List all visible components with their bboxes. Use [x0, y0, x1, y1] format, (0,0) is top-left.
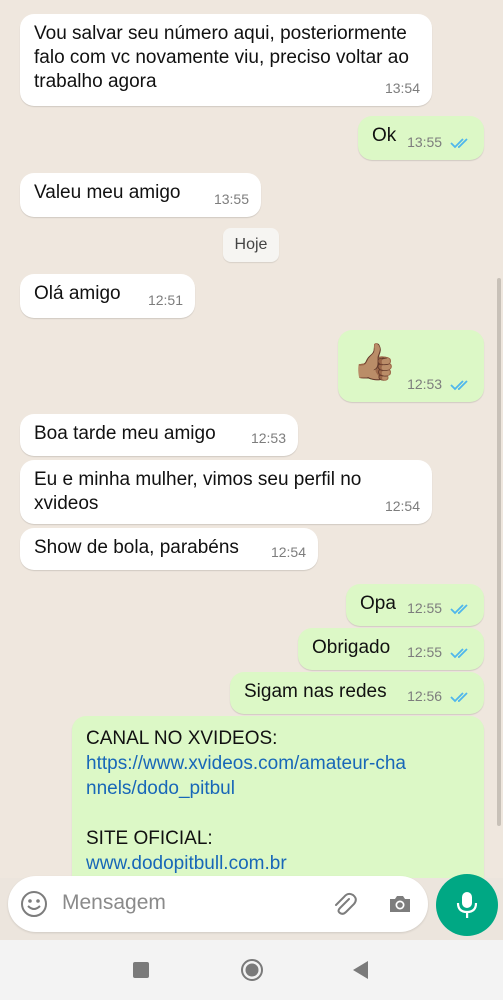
emoji-icon[interactable] — [20, 890, 48, 918]
message-time-wrap: 13:55 — [407, 130, 472, 154]
chat-area[interactable]: Vou salvar seu número aqui, posteriormen… — [0, 0, 503, 878]
message-text: Valeu meu amigo — [34, 182, 181, 203]
promo-link-site[interactable]: www.dodopitbull.com.br — [86, 851, 470, 876]
message-time: 12:55 — [407, 644, 443, 660]
mic-icon — [456, 892, 478, 918]
message-incoming[interactable]: Olá amigo 12:51 — [20, 274, 195, 318]
message-time: 13:54 — [384, 80, 420, 96]
camera-icon[interactable] — [386, 890, 414, 918]
message-text: Show de bola, parabéns — [34, 537, 239, 558]
message-composer[interactable]: Mensagem — [8, 876, 428, 932]
message-time: 12:54 — [384, 498, 420, 514]
message-incoming[interactable]: Boa tarde meu amigo 12:53 — [20, 414, 298, 456]
message-time: 13:55 — [407, 134, 443, 150]
message-time: 13:55 — [213, 191, 249, 207]
read-ticks-icon — [450, 648, 468, 659]
mic-button[interactable] — [436, 874, 498, 936]
message-outgoing-links[interactable]: CANAL NO XVIDEOS: https://www.xvideos.co… — [72, 716, 484, 878]
message-time: 12:53 — [407, 376, 443, 392]
promo-line-site: SITE OFICIAL: — [86, 828, 213, 849]
message-input[interactable]: Mensagem — [62, 891, 166, 915]
message-time-wrap: 12:55 — [407, 596, 472, 620]
message-text: Eu e minha mulher, vimos seu perfil no x… — [34, 469, 362, 514]
nav-home-icon[interactable] — [240, 958, 264, 982]
message-incoming[interactable]: Show de bola, parabéns 12:54 — [20, 528, 318, 570]
promo-link-channel[interactable]: https://www.xvideos.com/amateur-channels… — [86, 751, 406, 801]
message-time: 12:55 — [407, 600, 443, 616]
message-time: 12:56 — [407, 688, 443, 704]
message-text: Ok — [372, 125, 397, 146]
message-text: Vou salvar seu número aqui, posteriormen… — [34, 23, 409, 92]
message-incoming[interactable]: Vou salvar seu número aqui, posteriormen… — [20, 14, 432, 106]
message-outgoing[interactable]: Opa 12:55 — [346, 584, 484, 626]
nav-recents-icon[interactable] — [132, 961, 150, 979]
message-outgoing-emoji[interactable]: 👍🏽 12:53 — [338, 330, 484, 402]
read-ticks-icon — [450, 692, 468, 703]
read-ticks-icon — [450, 380, 468, 391]
message-time: 12:53 — [250, 430, 286, 446]
message-time-wrap: 12:55 — [407, 640, 472, 664]
message-time-wrap: 12:56 — [407, 684, 472, 708]
message-outgoing[interactable]: Obrigado 12:55 — [298, 628, 484, 670]
message-text: Obrigado — [312, 637, 391, 658]
message-time: 12:54 — [270, 544, 306, 560]
date-divider: Hoje — [223, 228, 279, 262]
read-ticks-icon — [450, 604, 468, 615]
thumbs-up-emoji: 👍🏽 — [352, 341, 397, 382]
message-incoming[interactable]: Eu e minha mulher, vimos seu perfil no x… — [20, 460, 432, 524]
promo-line-channel: CANAL NO XVIDEOS: — [86, 728, 278, 749]
message-text: Sigam nas redes — [244, 681, 387, 702]
message-text: Olá amigo — [34, 283, 121, 304]
message-incoming[interactable]: Valeu meu amigo 13:55 — [20, 173, 261, 217]
message-text: Boa tarde meu amigo — [34, 423, 216, 444]
message-time-wrap: 12:53 — [407, 372, 472, 396]
message-text: Opa — [360, 593, 396, 614]
read-ticks-icon — [450, 138, 468, 149]
attach-icon[interactable] — [330, 890, 358, 918]
nav-back-icon[interactable] — [352, 960, 370, 980]
message-outgoing[interactable]: Sigam nas redes 12:56 — [230, 672, 484, 714]
scrollbar[interactable] — [497, 278, 501, 826]
message-outgoing[interactable]: Ok 13:55 — [358, 116, 484, 160]
system-nav-bar — [0, 940, 503, 1000]
message-time: 12:51 — [147, 292, 183, 308]
